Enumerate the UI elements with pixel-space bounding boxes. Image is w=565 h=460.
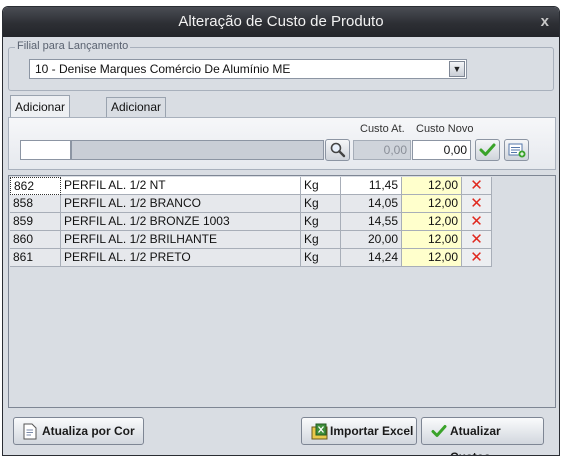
atualizar-custos-label: Atualizar Custos	[450, 424, 501, 455]
search-button[interactable]	[325, 139, 350, 161]
cell-custo-at: 14,55	[341, 213, 402, 231]
custo-at-label: Custo At.	[360, 123, 405, 135]
cell-description: PERFIL AL. 1/2 NT	[61, 177, 301, 195]
delete-row-button[interactable]: ✕	[462, 177, 492, 195]
cell-custo-at: 20,00	[341, 231, 402, 249]
confirm-add-button[interactable]	[475, 139, 500, 161]
custo-novo-input[interactable]: 0,00	[412, 140, 471, 160]
cell-custo-novo[interactable]: 12,00	[402, 213, 462, 231]
window-title: Alteração de Custo de Produto	[178, 13, 384, 30]
filial-select[interactable]: 10 - Denise Marques Comércio De Alumínio…	[29, 59, 467, 79]
cell-code: 861	[10, 249, 61, 267]
excel-import-icon	[311, 423, 328, 440]
add-list-button[interactable]	[504, 139, 529, 161]
cell-description: PERFIL AL. 1/2 BRONZE 1003	[61, 213, 301, 231]
filial-selected-value: 10 - Denise Marques Comércio De Alumínio…	[35, 62, 291, 76]
atualizar-custos-button[interactable]: Atualizar Custos	[421, 417, 544, 455]
delete-icon: ✕	[470, 177, 483, 194]
custo-novo-label: Custo Novo	[416, 123, 474, 135]
checkmark-icon	[431, 425, 447, 437]
product-code-input[interactable]	[20, 140, 71, 160]
delete-row-button[interactable]: ✕	[462, 231, 492, 249]
table-row[interactable]: 862 PERFIL AL. 1/2 NT Kg 11,45 12,00 ✕	[10, 177, 492, 195]
delete-icon: ✕	[470, 231, 483, 248]
delete-icon: ✕	[470, 195, 483, 212]
delete-row-button[interactable]: ✕	[462, 249, 492, 267]
cell-unit: Kg	[301, 249, 341, 267]
cost-change-window: Alteração de Custo de Produto x Filial p…	[2, 6, 560, 456]
importar-excel-label: Importar Excel	[330, 424, 414, 438]
checkmark-icon	[479, 143, 496, 156]
table-row[interactable]: 858 PERFIL AL. 1/2 BRANCO Kg 14,05 12,00…	[10, 195, 492, 213]
atualiza-por-cor-label: Atualiza por Cor	[42, 424, 135, 438]
tab-adicionar-selecao[interactable]: Adicionar Seleção	[106, 97, 167, 132]
cell-unit: Kg	[301, 177, 341, 195]
table-row[interactable]: 859 PERFIL AL. 1/2 BRONZE 1003 Kg 14,55 …	[10, 213, 492, 231]
close-icon[interactable]: x	[541, 7, 549, 37]
cell-code: 860	[10, 231, 61, 249]
custo-at-field: 0,00	[353, 140, 411, 160]
cell-custo-novo[interactable]: 12,00	[402, 249, 462, 267]
cell-custo-novo[interactable]: 12,00	[402, 195, 462, 213]
cell-custo-at: 14,24	[341, 249, 402, 267]
list-add-icon	[508, 143, 526, 158]
table-row[interactable]: 860 PERFIL AL. 1/2 BRILHANTE Kg 20,00 12…	[10, 231, 492, 249]
title-bar: Alteração de Custo de Produto x	[3, 7, 559, 37]
cell-custo-at: 14,05	[341, 195, 402, 213]
cell-unit: Kg	[301, 231, 341, 249]
cell-unit: Kg	[301, 195, 341, 213]
tab-adicionar-produto[interactable]: Adicionar Produto	[10, 95, 71, 136]
cell-code: 858	[10, 195, 61, 213]
cell-code: 862	[10, 177, 61, 195]
cell-description: PERFIL AL. 1/2 PRETO	[61, 249, 301, 267]
cell-description: PERFIL AL. 1/2 BRILHANTE	[61, 231, 301, 249]
action-bar: Atualiza por Cor Importar Excel Atualiza…	[3, 409, 559, 455]
delete-icon: ✕	[470, 249, 483, 266]
cell-custo-novo[interactable]: 12,00	[402, 177, 462, 195]
filial-group: Filial para Lançamento 10 - Denise Marqu…	[8, 40, 554, 91]
table-row[interactable]: 861 PERFIL AL. 1/2 PRETO Kg 14,24 12,00 …	[10, 249, 492, 267]
cell-custo-novo[interactable]: 12,00	[402, 231, 462, 249]
document-icon	[23, 423, 37, 440]
delete-row-button[interactable]: ✕	[462, 213, 492, 231]
importar-excel-button[interactable]: Importar Excel	[301, 417, 417, 445]
chevron-down-icon[interactable]: ▼	[449, 61, 465, 77]
delete-row-button[interactable]: ✕	[462, 195, 492, 213]
cell-unit: Kg	[301, 213, 341, 231]
atualiza-por-cor-button[interactable]: Atualiza por Cor	[13, 417, 144, 445]
add-product-panel: Custo At. Custo Novo 0,00 0,00	[8, 117, 556, 170]
cell-description: PERFIL AL. 1/2 BRANCO	[61, 195, 301, 213]
cell-code: 859	[10, 213, 61, 231]
filial-legend: Filial para Lançamento	[15, 40, 131, 52]
search-icon	[330, 142, 346, 158]
product-grid: 862 PERFIL AL. 1/2 NT Kg 11,45 12,00 ✕ 8…	[8, 175, 556, 408]
cell-custo-at: 11,45	[341, 177, 402, 195]
product-description-field	[71, 140, 324, 160]
delete-icon: ✕	[470, 213, 483, 230]
